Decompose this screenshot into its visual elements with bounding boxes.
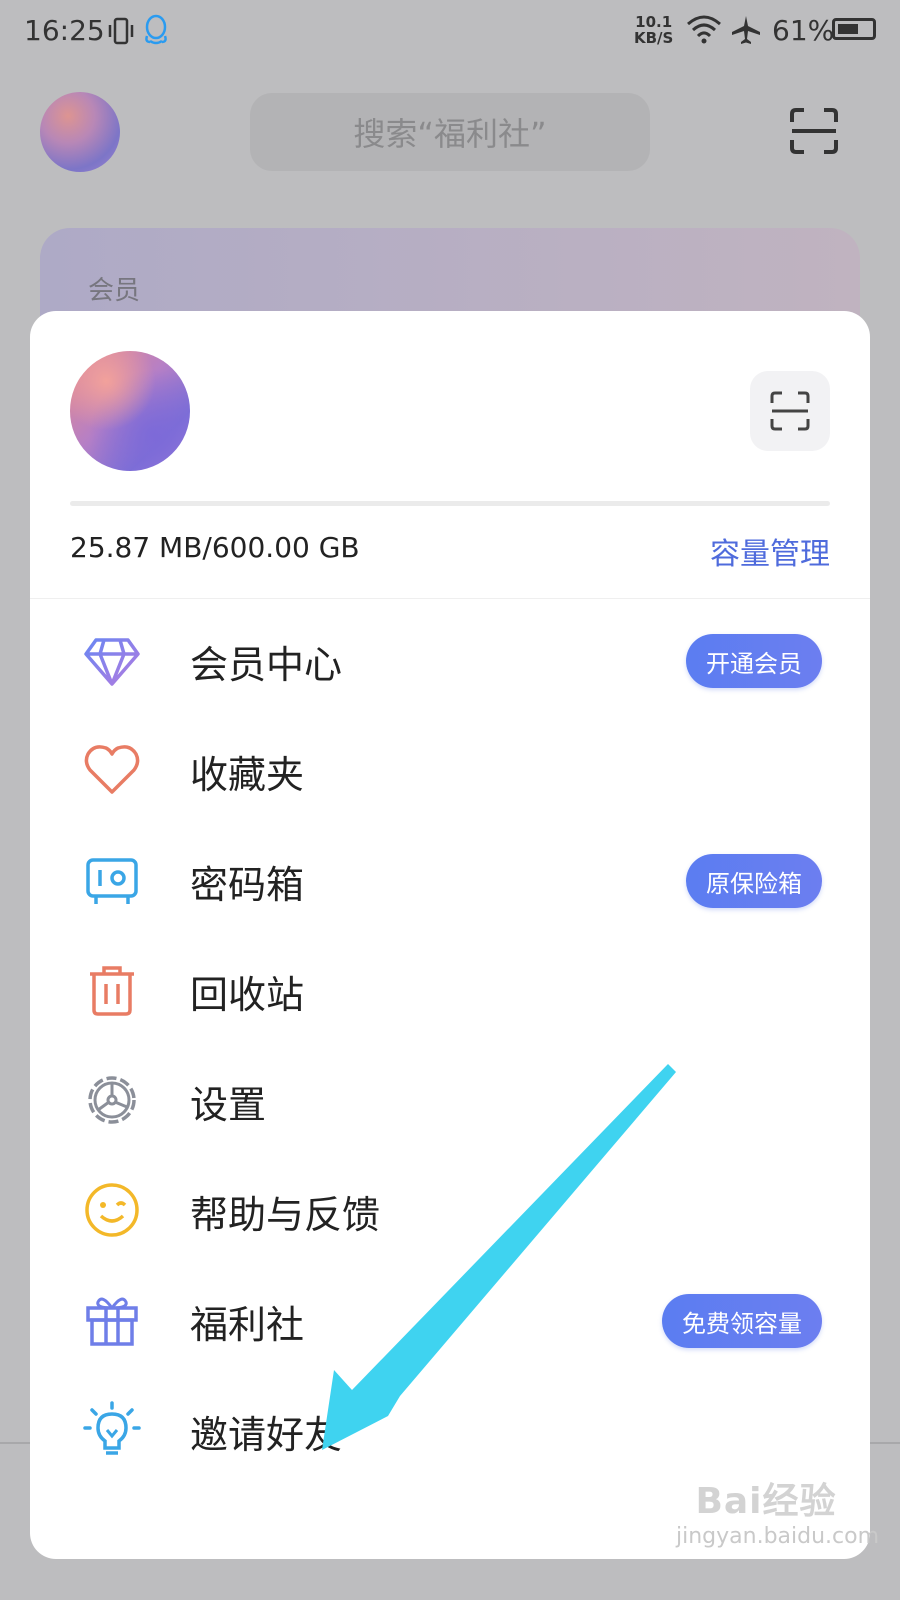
network-speed: 10.1 KB/S bbox=[634, 14, 673, 46]
user-menu-panel: 25.87 MB/600.00 GB 容量管理 会员中心 开通会员 收藏夹 密码… bbox=[30, 311, 870, 1559]
scan-icon bbox=[790, 108, 838, 158]
trash-icon bbox=[82, 960, 142, 1020]
battery-level bbox=[838, 24, 858, 34]
storage-usage-text: 25.87 MB/600.00 GB bbox=[70, 531, 360, 564]
menu-item-label: 设置 bbox=[190, 1082, 267, 1127]
net-speed-value: 10.1 bbox=[635, 13, 673, 31]
menu-item-label: 会员中心 bbox=[190, 642, 343, 687]
open-membership-badge[interactable]: 开通会员 bbox=[686, 634, 822, 688]
safe-icon bbox=[82, 850, 142, 910]
storage-progress-bar bbox=[70, 501, 830, 506]
gear-icon bbox=[82, 1070, 142, 1130]
member-card-label: 会员 bbox=[88, 276, 141, 306]
wifi-icon bbox=[686, 14, 722, 48]
vibrate-icon bbox=[108, 16, 134, 50]
clock: 16:25 bbox=[24, 14, 105, 47]
free-capacity-badge[interactable]: 免费领容量 bbox=[662, 1294, 822, 1348]
menu-item-favorites[interactable]: 收藏夹 bbox=[30, 716, 870, 826]
menu-item-invite-friends[interactable]: 邀请好友 bbox=[30, 1376, 870, 1486]
background-avatar bbox=[40, 92, 120, 172]
battery-percent: 61% bbox=[772, 14, 835, 47]
airplane-mode-icon bbox=[730, 14, 762, 50]
avatar[interactable] bbox=[70, 351, 190, 471]
watermark-brand: Bai经验 bbox=[695, 1481, 837, 1522]
vault-badge[interactable]: 原保险箱 bbox=[686, 854, 822, 908]
menu-item-settings[interactable]: 设置 bbox=[30, 1046, 870, 1156]
menu-item-password-box[interactable]: 密码箱 原保险箱 bbox=[30, 826, 870, 936]
watermark-url: jingyan.baidu.com bbox=[676, 1524, 880, 1549]
wink-face-icon bbox=[82, 1180, 142, 1240]
gift-icon bbox=[82, 1290, 142, 1350]
menu-item-label: 密码箱 bbox=[190, 862, 305, 907]
heart-icon bbox=[82, 740, 142, 800]
divider bbox=[30, 598, 870, 599]
status-bar: 16:25 10.1 KB/S 61% bbox=[0, 0, 900, 64]
watermark: Bai经验 jingyan.baidu.com bbox=[676, 1472, 880, 1549]
menu-item-label: 回收站 bbox=[190, 972, 305, 1017]
menu-item-welfare[interactable]: 福利社 免费领容量 bbox=[30, 1266, 870, 1376]
menu-item-recycle-bin[interactable]: 回收站 bbox=[30, 936, 870, 1046]
net-speed-unit: KB/S bbox=[634, 29, 674, 47]
capacity-manage-link[interactable]: 容量管理 bbox=[710, 529, 830, 573]
battery-icon bbox=[832, 18, 876, 40]
scan-icon bbox=[770, 391, 810, 431]
menu-item-label: 福利社 bbox=[190, 1302, 305, 1347]
menu-item-label: 帮助与反馈 bbox=[190, 1192, 381, 1237]
menu-item-label: 邀请好友 bbox=[190, 1412, 343, 1457]
scan-button[interactable] bbox=[750, 371, 830, 451]
menu-item-member-center[interactable]: 会员中心 开通会员 bbox=[30, 606, 870, 716]
menu-list: 会员中心 开通会员 收藏夹 密码箱 原保险箱 回收站 设置 帮助与反馈 福利社 … bbox=[30, 606, 870, 1486]
lightbulb-icon bbox=[82, 1400, 142, 1460]
qq-icon bbox=[142, 14, 170, 50]
menu-item-label: 收藏夹 bbox=[190, 752, 305, 797]
diamond-icon bbox=[82, 630, 142, 690]
menu-item-help-feedback[interactable]: 帮助与反馈 bbox=[30, 1156, 870, 1266]
search-bar: 搜索“福利社” bbox=[250, 93, 650, 171]
